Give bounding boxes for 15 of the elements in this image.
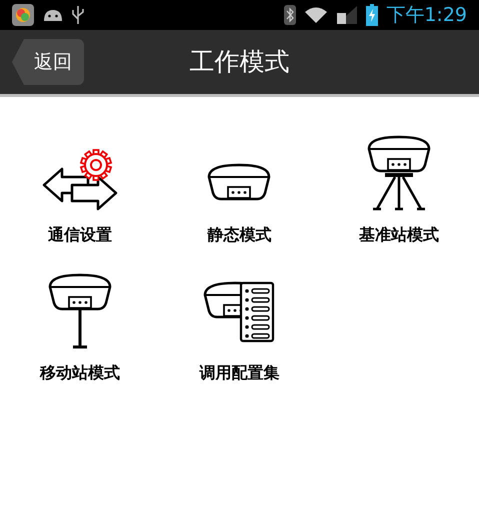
usb-icon: [72, 5, 84, 25]
battery-icon: [366, 4, 378, 26]
signal-icon: [336, 5, 358, 25]
mode-label[interactable]: 移动站模式: [40, 361, 120, 385]
android-icon: [42, 7, 64, 23]
clock-time: 下午1:29: [386, 6, 467, 24]
mode-label[interactable]: 通信设置: [48, 223, 112, 247]
back-button[interactable]: 返回: [12, 39, 84, 85]
wifi-icon: [304, 6, 328, 24]
mode-label[interactable]: 调用配置集: [199, 361, 280, 385]
app-icon: [12, 4, 34, 26]
page-title: 工作模式: [190, 46, 290, 78]
mode-label[interactable]: 静态模式: [207, 223, 272, 247]
bluetooth-icon: [284, 5, 296, 25]
mode-label[interactable]: 基准站模式: [359, 223, 440, 247]
